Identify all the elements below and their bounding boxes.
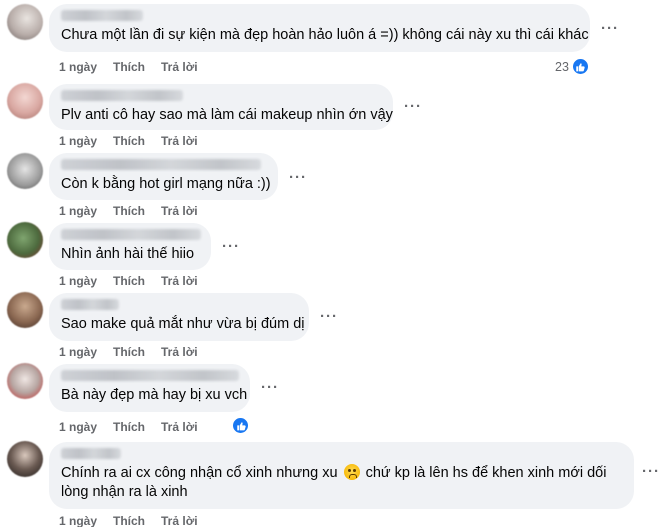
comment-timestamp[interactable]: 1 ngày: [59, 345, 97, 359]
avatar[interactable]: [7, 292, 43, 328]
author-name[interactable]: [61, 90, 183, 101]
comment-timestamp[interactable]: 1 ngày: [59, 60, 97, 74]
comment-actions: 1 ngày Thích Trả lời: [59, 345, 214, 359]
author-name[interactable]: [61, 299, 119, 310]
avatar[interactable]: [7, 153, 43, 189]
comment-text: Plv anti cô hay sao mà làm cái makeup nh…: [61, 107, 393, 123]
comment-bubble: Chính ra ai cx công nhận cổ xinh nhưng x…: [49, 442, 634, 509]
more-options-icon[interactable]: ···: [222, 238, 240, 255]
comment-text: Chính ra ai cx công nhận cổ xinh nhưng x…: [61, 464, 622, 502]
comment-timestamp[interactable]: 1 ngày: [59, 420, 97, 434]
more-options-icon[interactable]: ···: [289, 169, 307, 186]
comment-text: Bà này đẹp mà hay bị xu vch: [61, 387, 248, 403]
thumbs-up-icon: [571, 58, 589, 75]
comment-actions: 1 ngày Thích Trả lời: [59, 134, 214, 148]
like-button[interactable]: Thích: [113, 204, 145, 218]
crying-face-icon: [343, 464, 360, 480]
author-name[interactable]: [61, 448, 121, 459]
reply-button[interactable]: Trả lời: [161, 420, 198, 434]
thumbs-up-icon: [232, 417, 249, 434]
comment-text: Còn k bằng hot girl mạng nữa :)): [61, 176, 271, 192]
comment-bubble: Sao make quả mắt như vừa bị đúm dị: [49, 293, 309, 341]
avatar[interactable]: [7, 4, 43, 40]
comment-timestamp[interactable]: 1 ngày: [59, 204, 97, 218]
more-options-icon[interactable]: ···: [404, 98, 422, 115]
reply-button[interactable]: Trả lời: [161, 514, 198, 527]
comment-text: Nhìn ảnh hài thế hiio: [61, 246, 195, 262]
like-button[interactable]: Thích: [113, 420, 145, 434]
reply-button[interactable]: Trả lời: [161, 204, 198, 218]
like-button[interactable]: Thích: [113, 345, 145, 359]
more-options-icon[interactable]: ···: [601, 20, 619, 37]
comment-timestamp[interactable]: 1 ngày: [59, 514, 97, 527]
comment-bubble: Chưa một lần đi sự kiện mà đẹp hoàn hảo …: [49, 4, 590, 52]
comment-bubble: Plv anti cô hay sao mà làm cái makeup nh…: [49, 84, 393, 130]
comment-bubble: Nhìn ảnh hài thế hiio: [49, 223, 211, 270]
like-button[interactable]: Thích: [113, 274, 145, 288]
comment-actions: 1 ngày Thích Trả lời: [59, 274, 214, 288]
more-options-icon[interactable]: ···: [320, 308, 338, 325]
reaction-count[interactable]: 23: [555, 58, 589, 75]
comment-actions: 1 ngày Thích Trả lời: [59, 204, 214, 218]
reaction-number: 23: [555, 59, 569, 74]
avatar[interactable]: [7, 222, 43, 258]
avatar[interactable]: [7, 441, 43, 477]
author-name[interactable]: [61, 229, 201, 240]
more-options-icon[interactable]: ···: [261, 379, 279, 396]
comment-text: Sao make quả mắt như vừa bị đúm dị: [61, 316, 305, 332]
avatar[interactable]: [7, 363, 43, 399]
like-button[interactable]: Thích: [113, 134, 145, 148]
comment-bubble: Còn k bằng hot girl mạng nữa :)): [49, 153, 278, 200]
avatar[interactable]: [7, 83, 43, 119]
comment-actions: 1 ngày Thích Trả lời: [59, 60, 214, 74]
comment-actions: 1 ngày Thích Trả lời: [59, 514, 214, 527]
reply-button[interactable]: Trả lời: [161, 134, 198, 148]
author-name[interactable]: [61, 159, 261, 170]
comment-timestamp[interactable]: 1 ngày: [59, 134, 97, 148]
author-name[interactable]: [61, 370, 239, 381]
comment-actions: 1 ngày Thích Trả lời: [59, 420, 214, 434]
reply-button[interactable]: Trả lời: [161, 60, 198, 74]
comment-bubble: Bà này đẹp mà hay bị xu vch: [49, 364, 250, 412]
comment-text-part: Chính ra ai cx công nhận cổ xinh nhưng x…: [61, 465, 338, 481]
like-button[interactable]: Thích: [113, 514, 145, 527]
reply-button[interactable]: Trả lời: [161, 274, 198, 288]
comment-timestamp[interactable]: 1 ngày: [59, 274, 97, 288]
reply-button[interactable]: Trả lời: [161, 345, 198, 359]
author-name[interactable]: [61, 10, 143, 21]
reaction-count[interactable]: [232, 417, 249, 434]
like-button[interactable]: Thích: [113, 60, 145, 74]
more-options-icon[interactable]: ···: [642, 463, 660, 480]
comment-text: Chưa một lần đi sự kiện mà đẹp hoàn hảo …: [61, 27, 589, 43]
